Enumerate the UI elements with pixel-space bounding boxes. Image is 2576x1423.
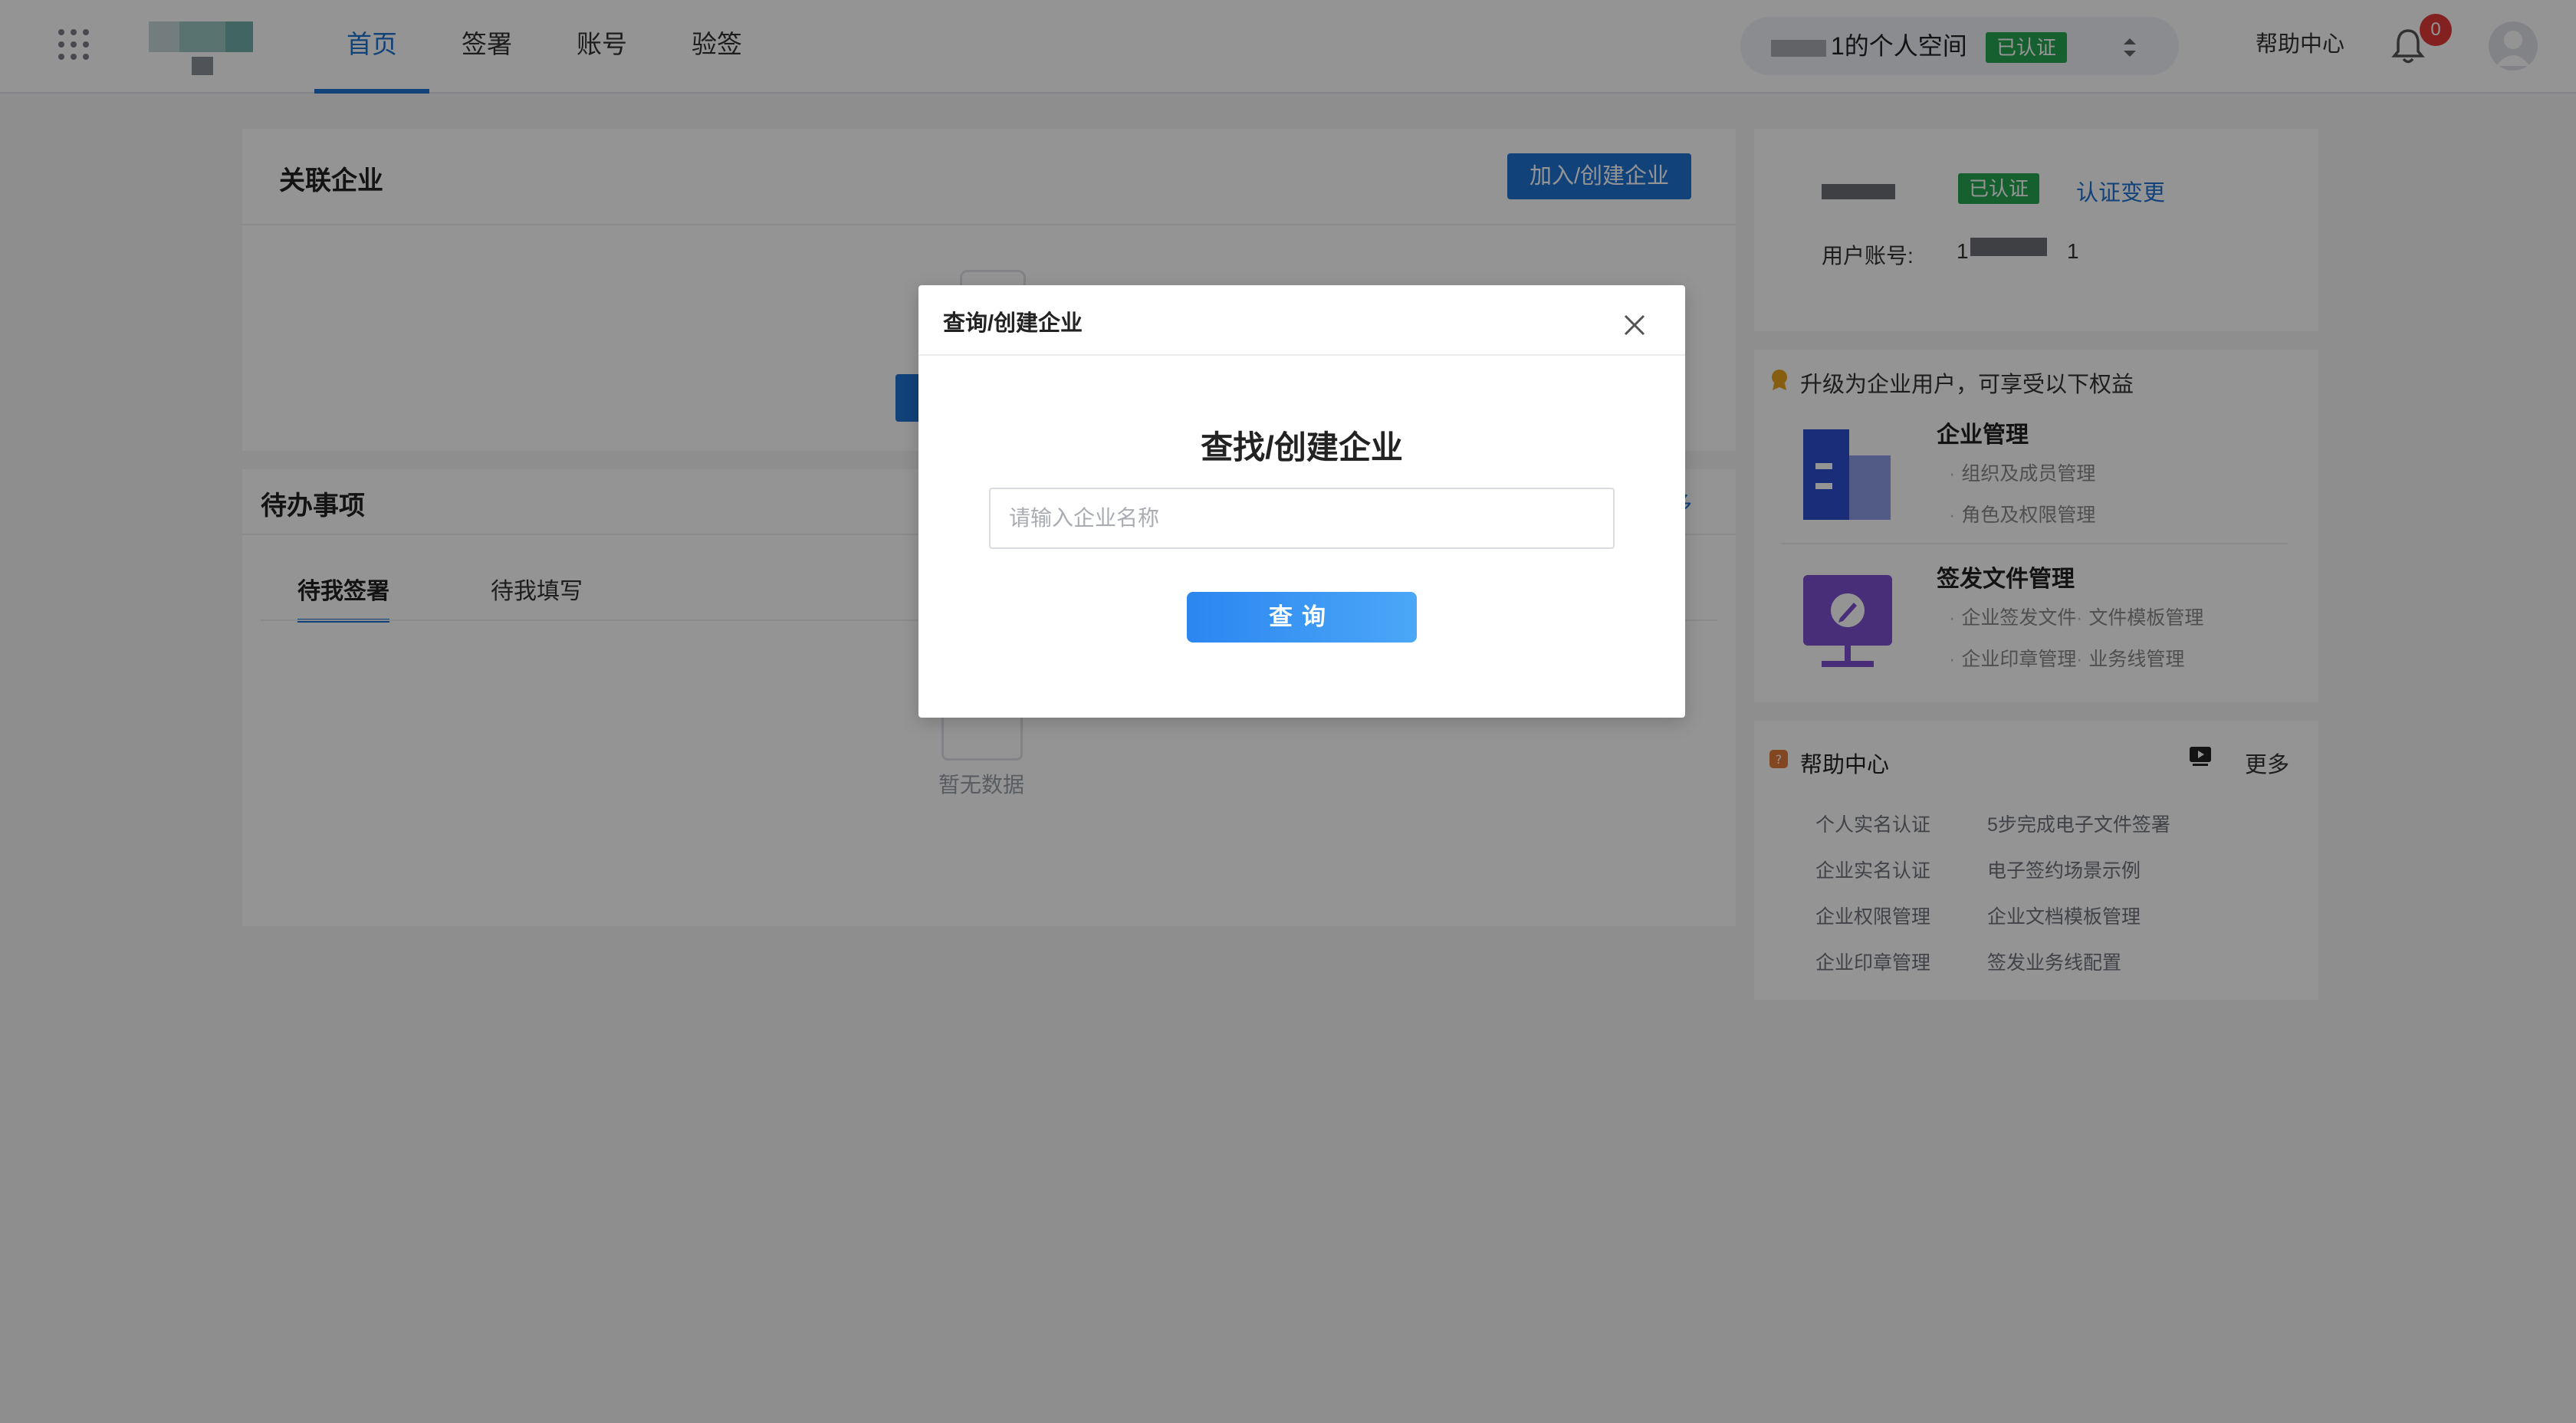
dialog-divider (918, 354, 1685, 356)
search-button[interactable]: 查询 (1187, 592, 1417, 642)
close-icon[interactable] (1621, 311, 1648, 339)
search-create-company-dialog: 查询/创建企业 查找/创建企业 查询 (918, 285, 1685, 718)
company-name-input[interactable] (989, 488, 1615, 549)
dialog-title: 查询/创建企业 (943, 311, 1083, 336)
dialog-heading: 查找/创建企业 (1201, 429, 1403, 465)
